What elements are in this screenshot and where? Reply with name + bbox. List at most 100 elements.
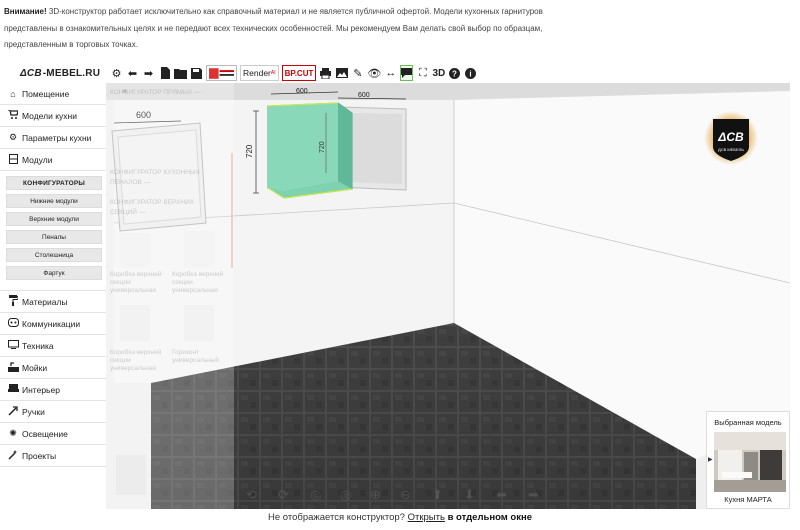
comment-icon[interactable] (400, 65, 414, 81)
toolbar: ⚙ ⬅ ➡ Render AI BP.CUT ✎ 👁 ↔ ⛶ 3D ? i (110, 63, 477, 83)
panel-line: ПЕНАЛОВ — (110, 179, 151, 186)
pencil-icon[interactable]: ✎ (351, 65, 364, 81)
panel-line: СЕКЦИЙ — (110, 209, 146, 216)
sidebar-item-label: Техника (22, 340, 54, 351)
upper-modules-button[interactable]: Верхние модули (6, 212, 102, 226)
sidebar-item-label: Коммуникации (22, 318, 81, 329)
sidebar-item-lighting[interactable]: ✺ Освещение (0, 423, 106, 445)
save-icon[interactable] (190, 65, 203, 81)
open-link[interactable]: Открыть (408, 512, 445, 523)
sidebar-item-modules[interactable]: Модули (0, 149, 106, 171)
pan-down-icon[interactable]: ⬇ (464, 487, 475, 503)
countertop-button[interactable]: Столешница (6, 248, 102, 262)
sidebar-item-materials[interactable]: Материалы (0, 291, 106, 313)
lower-modules-button[interactable]: Нижние модули (6, 194, 102, 208)
socket-icon (7, 318, 19, 329)
kitchen-thumbnail (714, 432, 786, 492)
zoom-in-icon[interactable]: ⊕ (370, 487, 381, 503)
panel-line: КОНФИГУРАТОР КУХОННЫХ (110, 169, 200, 176)
selected-model-card[interactable]: Выбранная модель ▶ Кухня МАРТА (706, 411, 790, 509)
sidebar-item-projects[interactable]: Проекты (0, 445, 106, 467)
sidebar-item-communications[interactable]: Коммуникации (0, 313, 106, 335)
sidebar-item-label: Проекты (22, 450, 57, 461)
panel-card: Горизонт универсальный (172, 349, 220, 364)
tv-icon (7, 340, 19, 351)
svg-text:ДСВ МЕБЕЛЬ: ДСВ МЕБЕЛЬ (718, 147, 744, 152)
sidebar-item-label: Мойки (22, 362, 48, 373)
dim-top-b-label: 600 (358, 92, 370, 99)
notice-line2: представлены в ознакомительных целях и н… (4, 23, 543, 33)
tilt-down-icon[interactable]: ◎ (340, 487, 351, 503)
site-logo[interactable]: ΔCB -MEBEL.RU (20, 66, 100, 80)
logo-mark: ΔCB (20, 67, 42, 79)
zoom-out-icon[interactable]: ⊖ (400, 487, 411, 503)
print-icon[interactable] (319, 65, 332, 81)
settings-icon[interactable]: ⚙ (110, 65, 123, 81)
sidebar-item-label: Интерьер (22, 384, 60, 395)
image-icon[interactable] (335, 65, 348, 81)
bpcut-button[interactable]: BP.CUT (281, 65, 317, 81)
pan-up-icon[interactable]: ⬆ (432, 487, 443, 503)
fallback-notice: Не отображается конструктор? Открыть в о… (0, 512, 800, 523)
render-button[interactable]: Render AI (240, 65, 279, 81)
cabinet-icon (7, 153, 19, 166)
notice-bold: Внимание! (4, 7, 47, 16)
3d-view-button[interactable]: 3D (432, 65, 445, 81)
pan-left-icon[interactable]: ⬅ (496, 487, 507, 503)
rotate-left-icon[interactable]: ⟲ (246, 487, 257, 503)
dim-height-label: 720 (245, 144, 254, 158)
eye-icon[interactable]: 👁 (367, 65, 381, 81)
sink-icon (7, 361, 19, 374)
sidebar-item-handles[interactable]: Ручки (0, 401, 106, 423)
sidebar-item-interior[interactable]: Интерьер (0, 379, 106, 401)
paint-roller-icon (7, 295, 19, 308)
sidebar-item-room[interactable]: ⌂ Помещение (0, 83, 106, 105)
dim-top-a-label: 600 (296, 88, 308, 95)
info-icon[interactable]: i (464, 65, 477, 81)
help-icon[interactable]: ? (448, 65, 461, 81)
sidebar-item-sinks[interactable]: Мойки (0, 357, 106, 379)
fallback-suffix[interactable]: в отдельном окне (448, 512, 532, 523)
panel-card: Коробка верхней секции универсальная (110, 271, 162, 294)
undo-icon[interactable]: ⬅ (126, 65, 139, 81)
lightbulb-icon: ✺ (9, 428, 17, 438)
new-file-icon[interactable] (158, 65, 171, 81)
export-button[interactable] (206, 65, 237, 81)
fullscreen-icon[interactable]: ⛶ (416, 65, 429, 81)
magic-wand-icon (7, 449, 19, 462)
svg-text:ΔCB: ΔCB (717, 130, 744, 144)
expand-arrow-icon[interactable]: ▶ (708, 456, 713, 463)
panel-card: Коробка верхней секции универсальная (172, 271, 224, 294)
cart-icon (7, 109, 19, 121)
sidebar-item-kitchen-params[interactable]: ⚙ Параметры кухни (0, 127, 106, 149)
modules-submenu: КОНФИГУРАТОРЫ Нижние модули Верхние моду… (0, 171, 106, 291)
panel-card: Коробка верхней секции универсальная (110, 349, 162, 372)
tall-units-button[interactable]: Пеналы (6, 230, 102, 244)
resize-horizontal-icon[interactable]: ↔ (384, 65, 397, 81)
configurators-button[interactable]: КОНФИГУРАТОРЫ (6, 176, 102, 190)
sidebar-item-appliances[interactable]: Техника (0, 335, 106, 357)
redo-icon[interactable]: ➡ (142, 65, 155, 81)
sidebar-item-kitchen-models[interactable]: Модели кухни (0, 105, 106, 127)
open-folder-icon[interactable] (174, 65, 187, 81)
pan-right-icon[interactable]: ➡ (528, 487, 539, 503)
dim-inner-label: 720 (319, 141, 326, 153)
configurator-overlay-panel: КОНФИГУРАТОР ПРЯМЫХ — КОНФИГУРАТОР КУХОН… (106, 83, 234, 509)
gear-icon: ⚙ (8, 132, 18, 142)
panel-close-icon[interactable]: × (122, 86, 127, 96)
tilt-up-icon[interactable]: ◎ (310, 487, 321, 503)
rotate-right-icon[interactable]: ⟳ (278, 487, 289, 503)
bpcut-label: BP.CUT (284, 68, 314, 78)
logo-text: -MEBEL.RU (42, 67, 101, 79)
backsplash-button[interactable]: Фартук (6, 266, 102, 280)
sidebar-item-label: Ручки (22, 406, 45, 417)
sidebar-item-label: Модели кухни (22, 110, 77, 121)
sidebar-item-label: Модули (22, 154, 53, 165)
selected-model-title: Выбранная модель (714, 418, 782, 427)
svg-text:?: ? (452, 69, 457, 78)
handle-icon (7, 405, 19, 418)
sofa-icon (7, 384, 19, 395)
notice-line3: представленным в торговых точках. (4, 40, 138, 49)
home-icon: ⌂ (10, 88, 16, 99)
disclaimer-notice: Внимание! 3D-конструктор работает исключ… (4, 4, 794, 54)
